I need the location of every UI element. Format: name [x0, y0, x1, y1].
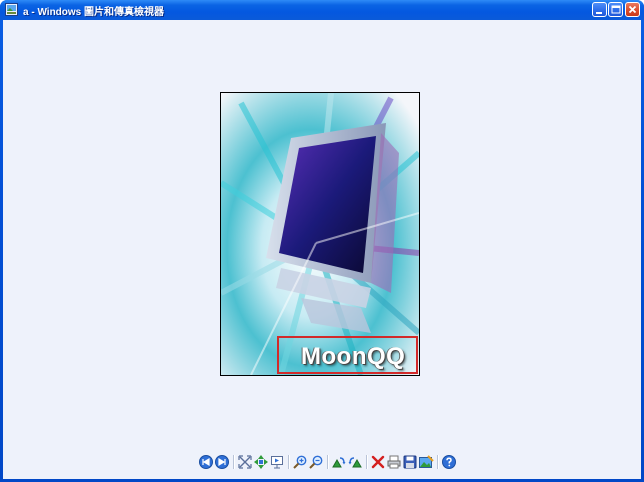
- maximize-button[interactable]: [608, 2, 623, 17]
- rotate-ccw-icon[interactable]: [347, 454, 363, 470]
- viewer-toolbar: [193, 454, 456, 472]
- next-icon[interactable]: [214, 454, 230, 470]
- window-title: a - Windows 圖片和傳真檢視器: [23, 7, 165, 18]
- picture-viewer-icon: [5, 3, 18, 16]
- title-bar[interactable]: a - Windows 圖片和傳真檢視器: [0, 0, 644, 20]
- toolbar-separator: [288, 455, 290, 469]
- displayed-image: MoonQQ: [220, 92, 420, 376]
- save-icon[interactable]: [402, 454, 418, 470]
- watermark-text: MoonQQ: [301, 343, 406, 370]
- print-icon[interactable]: [386, 454, 402, 470]
- maximize-icon: [611, 5, 621, 14]
- previous-icon[interactable]: [198, 454, 214, 470]
- monitor-artwork: [221, 93, 419, 375]
- actual-size-icon[interactable]: [253, 454, 269, 470]
- help-icon[interactable]: [441, 454, 457, 470]
- minimize-button[interactable]: [592, 2, 607, 17]
- close-icon: [628, 5, 637, 14]
- zoom-in-icon[interactable]: [292, 454, 308, 470]
- rotate-cw-icon[interactable]: [331, 454, 347, 470]
- window: a - Windows 圖片和傳真檢視器 MoonQQ: [0, 0, 644, 482]
- slideshow-icon[interactable]: [269, 454, 285, 470]
- close-button[interactable]: [625, 2, 640, 17]
- toolbar-separator: [437, 455, 439, 469]
- image-viewer-area: MoonQQ: [3, 20, 641, 479]
- edit-icon[interactable]: [418, 454, 434, 470]
- minimize-icon: [596, 12, 602, 14]
- toolbar-separator: [366, 455, 368, 469]
- toolbar-separator: [327, 455, 329, 469]
- best-fit-icon[interactable]: [237, 454, 253, 470]
- delete-icon[interactable]: [370, 454, 386, 470]
- toolbar-separator: [233, 455, 235, 469]
- zoom-out-icon[interactable]: [308, 454, 324, 470]
